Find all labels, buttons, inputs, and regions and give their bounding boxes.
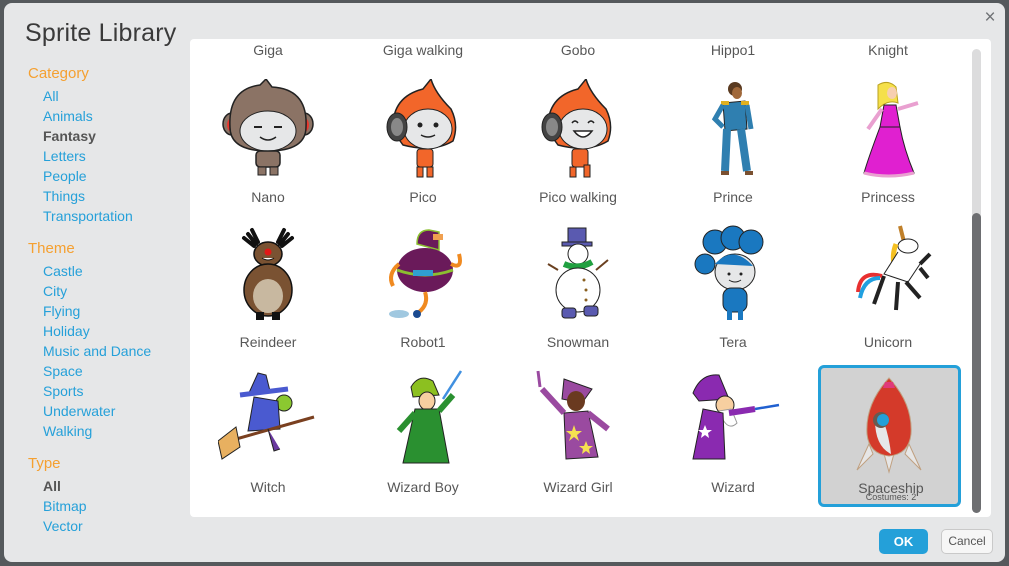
spaceship-sprite-icon — [856, 377, 922, 474]
sprite-name: Pico walking — [539, 189, 617, 205]
sprite-name: Giga walking — [382, 42, 464, 58]
sprite-tile-hippo1[interactable]: Hippo1 — [663, 39, 803, 59]
category-animals[interactable]: Animals — [43, 108, 93, 124]
sprite-tile-robot1[interactable]: Robot1 — [353, 216, 493, 354]
pico-sprite-icon — [386, 79, 457, 178]
sprite-tile-giga-walking[interactable]: Giga walking — [353, 39, 493, 59]
sprite-name: Wizard — [711, 479, 755, 495]
category-letters[interactable]: Letters — [43, 148, 86, 164]
pico-walking-sprite-icon — [541, 79, 612, 178]
sprite-name: Gobo — [560, 42, 596, 58]
ok-button[interactable]: OK — [879, 529, 928, 554]
theme-flying[interactable]: Flying — [43, 303, 80, 319]
unicorn-sprite-icon — [856, 225, 932, 311]
theme-music-and-dance[interactable]: Music and Dance — [43, 343, 151, 359]
sprite-name: Wizard Boy — [387, 479, 459, 495]
sprite-name: Pico — [409, 189, 437, 205]
theme-heading: Theme — [28, 240, 75, 257]
type-all[interactable]: All — [43, 478, 61, 494]
sprite-tile-snowman[interactable]: Snowman — [508, 216, 648, 354]
sprite-name: Wizard Girl — [543, 479, 613, 495]
cancel-button[interactable]: Cancel — [941, 529, 993, 554]
theme-city[interactable]: City — [43, 283, 67, 299]
sprite-name: Tera — [719, 334, 747, 350]
dialog-title: Sprite Library — [25, 19, 177, 47]
sprite-tile-nano[interactable]: Nano — [198, 71, 338, 209]
sprite-name: Princess — [861, 189, 915, 205]
snowman-sprite-icon — [547, 227, 609, 319]
category-people[interactable]: People — [43, 168, 87, 184]
tera-sprite-icon — [694, 225, 764, 320]
wizard-girl-sprite-icon — [536, 370, 610, 460]
theme-space[interactable]: Space — [43, 363, 83, 379]
category-fantasy[interactable]: Fantasy — [43, 128, 96, 144]
sprite-library-dialog: Sprite Library × Category All Animals Fa… — [4, 3, 1005, 562]
sprite-tile-wizard-girl[interactable]: Wizard Girl — [508, 361, 648, 499]
sprite-tile-knight[interactable]: Knight — [818, 39, 958, 59]
sprite-name: Unicorn — [863, 334, 913, 350]
type-vector[interactable]: Vector — [43, 518, 83, 534]
theme-sports[interactable]: Sports — [43, 383, 83, 399]
sprite-tile-witch[interactable]: Witch — [198, 361, 338, 499]
sprite-tile-gobo[interactable]: Gobo — [508, 39, 648, 59]
witch-sprite-icon — [218, 372, 315, 460]
sprite-tile-unicorn[interactable]: Unicorn — [818, 216, 958, 354]
theme-holiday[interactable]: Holiday — [43, 323, 90, 339]
sprite-tile-tera[interactable]: Tera — [663, 216, 803, 354]
nano-sprite-icon — [222, 79, 314, 176]
theme-underwater[interactable]: Underwater — [43, 403, 115, 419]
sprite-tile-wizard[interactable]: Wizard — [663, 361, 803, 499]
sprite-tile-giga[interactable]: Giga — [198, 39, 338, 59]
type-heading: Type — [28, 455, 61, 472]
sprite-tile-wizard-boy[interactable]: Wizard Boy — [353, 361, 493, 499]
type-bitmap[interactable]: Bitmap — [43, 498, 87, 514]
sprite-name: Knight — [868, 42, 908, 58]
category-heading: Category — [28, 65, 89, 82]
close-icon[interactable]: × — [981, 8, 999, 28]
wizard-boy-sprite-icon — [396, 370, 463, 464]
theme-castle[interactable]: Castle — [43, 263, 83, 279]
sprite-name: Giga — [253, 42, 283, 58]
costume-count: Costumes: 2 — [865, 492, 917, 502]
sprite-tile-pico[interactable]: Pico — [353, 71, 493, 209]
sprite-name: Witch — [250, 479, 286, 495]
sprite-tile-prince[interactable]: Prince — [663, 71, 803, 209]
sprite-name: Prince — [713, 189, 753, 205]
theme-walking[interactable]: Walking — [43, 423, 92, 439]
sprite-name: Hippo1 — [710, 42, 756, 58]
sprite-tile-pico-walking[interactable]: Pico walking — [508, 71, 648, 209]
wizard-sprite-icon — [692, 374, 780, 460]
sprite-tile-reindeer[interactable]: Reindeer — [198, 216, 338, 354]
sprite-name: Robot1 — [400, 334, 446, 350]
category-things[interactable]: Things — [43, 188, 85, 204]
prince-sprite-icon — [711, 82, 754, 175]
sprite-name: Reindeer — [239, 334, 297, 350]
reindeer-sprite-icon — [242, 228, 294, 320]
sprite-grid: Giga Giga walking Gobo Hippo1 Knight Nan… — [190, 39, 991, 517]
scrollbar-thumb[interactable] — [972, 213, 981, 513]
sprite-tile-princess[interactable]: Princess — [818, 71, 958, 209]
princess-sprite-icon — [863, 81, 919, 178]
category-all[interactable]: All — [43, 88, 59, 104]
sprite-name: Nano — [251, 189, 285, 205]
category-transportation[interactable]: Transportation — [43, 208, 133, 224]
sprite-name: Snowman — [546, 334, 610, 350]
sprite-tile-spaceship[interactable]: Spaceship Costumes: 2 — [818, 365, 961, 507]
robot1-sprite-icon — [389, 229, 462, 318]
